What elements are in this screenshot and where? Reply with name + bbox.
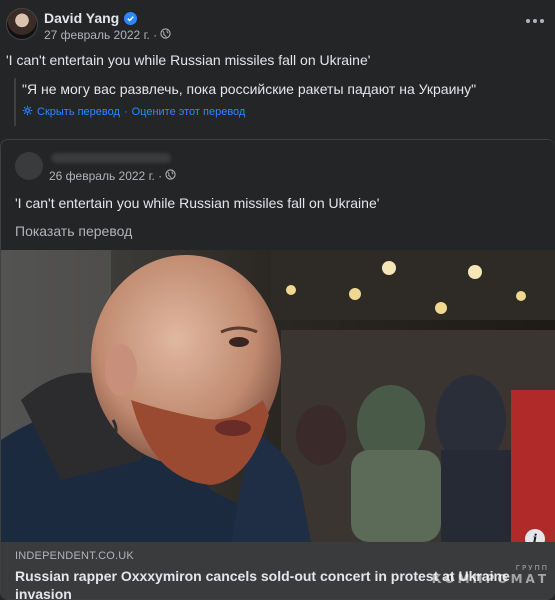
- show-translation-link[interactable]: Показать перевод: [15, 223, 132, 239]
- translation-links: Скрыть перевод · Оцените этот перевод: [22, 105, 245, 119]
- shared-post-text: 'I can't entertain you while Russian mis…: [15, 195, 380, 211]
- translation-text: "Я не могу вас развлечь, пока российские…: [22, 81, 477, 97]
- shared-author-name-blurred[interactable]: [51, 153, 171, 163]
- translate-gear-icon: [22, 105, 33, 119]
- author-avatar[interactable]: [6, 8, 38, 40]
- watermark-big: КОМПРОМАТ: [431, 572, 549, 586]
- watermark-small: ГРУПП: [515, 564, 549, 572]
- post-meta: 27 февраль 2022 г. ·: [44, 28, 171, 42]
- shared-post-meta: 26 февраль 2022 г. ·: [49, 169, 176, 183]
- shared-post[interactable]: 26 февраль 2022 г. · 'I can't entertain …: [0, 139, 555, 600]
- author-name[interactable]: David Yang: [44, 10, 119, 26]
- shared-author-avatar[interactable]: [15, 152, 43, 180]
- hide-translation-link[interactable]: Скрыть перевод: [37, 106, 120, 118]
- post-header: David Yang 27 февраль 2022 г. ·: [0, 0, 555, 46]
- rate-translation-link[interactable]: Оцените этот перевод: [132, 106, 246, 118]
- watermark-logo: ГРУПП КОМПРОМАТ: [432, 564, 549, 586]
- shared-post-date[interactable]: 26 февраль 2022 г. ·: [49, 169, 162, 183]
- link-separator: ·: [123, 106, 128, 118]
- translation-block: "Я не могу вас развлечь, пока российские…: [14, 78, 544, 126]
- link-domain: INDEPENDENT.CO.UK: [15, 550, 134, 562]
- verified-badge-icon: [124, 11, 138, 25]
- author-row: David Yang: [44, 10, 138, 26]
- post-text: 'I can't entertain you while Russian mis…: [6, 52, 371, 68]
- photo-illustration: [1, 250, 555, 542]
- link-preview-photo[interactable]: [1, 250, 555, 542]
- more-options-icon[interactable]: [523, 14, 547, 28]
- globe-icon: [165, 169, 176, 183]
- post-date[interactable]: 27 февраль 2022 г. ·: [44, 28, 157, 42]
- globe-icon: [160, 28, 171, 42]
- feed-post: David Yang 27 февраль 2022 г. · 'I can't…: [0, 0, 555, 600]
